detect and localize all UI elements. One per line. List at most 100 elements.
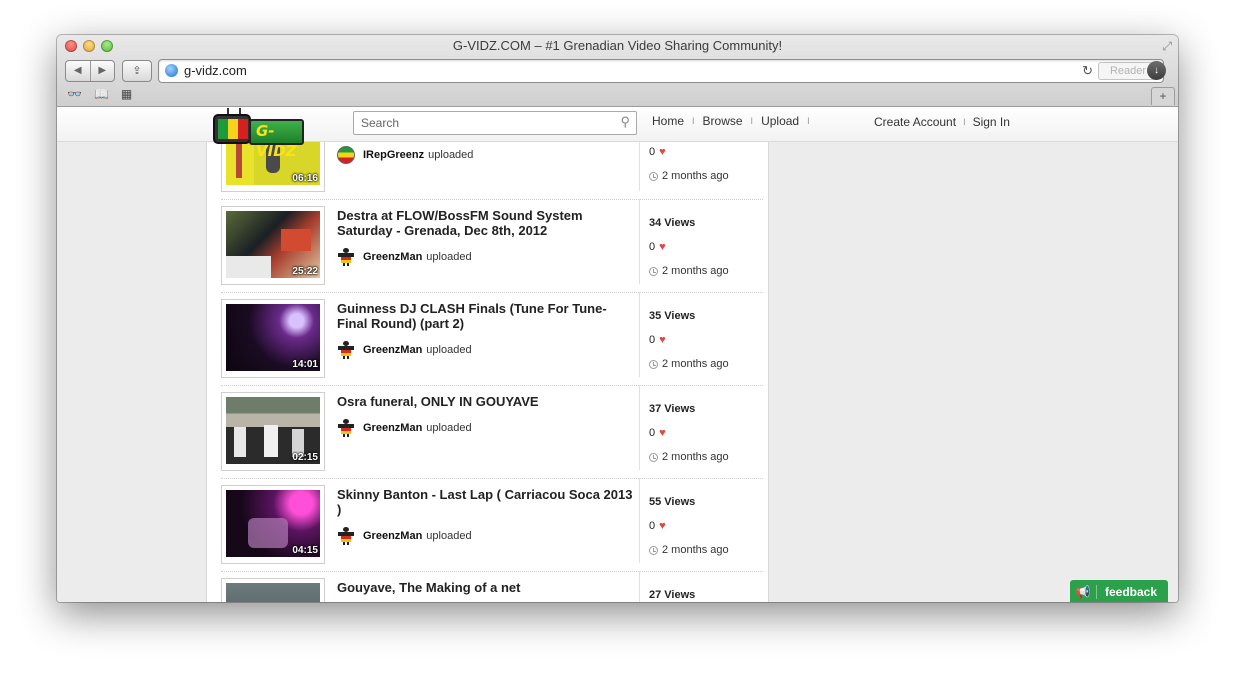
reading-list-icon[interactable]: 👓 [67,87,82,101]
top-sites-icon[interactable]: ▦ [121,87,132,101]
video-uploader: GreenzMan uploaded [337,527,472,545]
video-stats: 27 Views [639,571,764,602]
feedback-button[interactable]: 📢 feedback [1070,580,1168,602]
uploaded-label: uploaded [426,530,472,542]
feedback-label: feedback [1105,585,1158,599]
address-bar[interactable]: g-vidz.com ↻ Reader [158,59,1164,83]
video-stats: 55 Views 0 ♥ 2 months ago [639,478,764,563]
account-separator: I [963,117,966,127]
sign-in-link[interactable]: Sign In [973,115,1010,129]
heart-icon[interactable]: ♥ [659,146,666,158]
new-tab-button[interactable]: + [1151,87,1175,105]
video-uploader: GreenzMan uploaded [337,419,472,437]
avatar[interactable] [337,248,355,266]
uploader-name[interactable]: IRepGreenz [363,149,424,161]
forward-button[interactable]: ▶ [91,61,115,81]
back-button[interactable]: ◀ [66,61,91,81]
uploaded-label: uploaded [426,422,472,434]
browser-toolbar: G-VIDZ.COM – #1 Grenadian Video Sharing … [57,35,1178,107]
search-input[interactable]: Search ⚲ [353,111,637,135]
clock-icon [649,266,658,276]
uploader-name[interactable]: GreenzMan [363,422,422,434]
uploader-name[interactable]: GreenzMan [363,530,422,542]
clock-icon [649,359,658,369]
nav-separator: I [750,116,754,126]
upload-time: 2 months ago [649,170,729,182]
video-stats: 37 Views 0 ♥ 2 months ago [639,385,764,470]
clock-icon [649,452,658,462]
logo-tv-icon [213,114,251,144]
view-count: 34 Views [649,217,696,229]
avatar[interactable] [337,146,355,164]
video-duration: 04:15 [292,545,318,556]
heart-icon[interactable]: ♥ [659,520,666,532]
nav-home-link[interactable]: Home [652,114,684,128]
nav-separator: I [807,116,810,126]
like-count: 0 ♥ [649,427,666,439]
video-thumbnail[interactable]: 04:15 [221,485,325,564]
fullscreen-icon[interactable]: ⤢ [1162,39,1172,54]
avatar[interactable] [337,341,355,359]
view-count: 35 Views [649,310,696,322]
avatar[interactable] [337,419,355,437]
video-duration: 14:01 [292,359,318,370]
upload-time: 2 months ago [649,358,729,370]
uploader-name[interactable]: GreenzMan [363,344,422,356]
video-thumbnail[interactable] [221,578,325,602]
search-icon[interactable]: ⚲ [620,114,630,130]
video-uploader: GreenzMan uploaded [337,341,472,359]
search-placeholder: Search [361,116,400,130]
clock-icon [649,545,658,555]
video-list: 06:16 IRepGreenz uploaded 0 ♥ 2 months ag… [206,107,769,602]
like-count: 0 ♥ [649,146,666,158]
video-list-item: Gouyave, The Making of a net 27 Views [221,571,763,602]
video-title[interactable]: Osra funeral, ONLY IN GOUYAVE [337,394,637,409]
heart-icon[interactable]: ♥ [659,241,666,253]
video-title[interactable]: Destra at FLOW/BossFM Sound System Satur… [337,208,637,238]
video-title[interactable]: Guinness DJ CLASH Finals (Tune For Tune-… [337,301,637,331]
video-stats: 35 Views 0 ♥ 2 months ago [639,292,764,377]
uploader-name[interactable]: GreenzMan [363,251,422,263]
view-count: 37 Views [649,403,696,415]
upload-time: 2 months ago [649,265,729,277]
downloads-icon[interactable]: ↓ [1147,61,1166,80]
back-forward-buttons: ◀ ▶ [65,60,115,82]
view-count: 55 Views [649,496,696,508]
logo-text: G-VIDZ [249,119,304,160]
uploaded-label: uploaded [428,149,474,161]
video-thumbnail[interactable]: 25:22 [221,206,325,285]
megaphone-icon: 📢 [1070,585,1097,599]
avatar[interactable] [337,527,355,545]
view-count: 27 Views [649,589,696,601]
nav-separator: I [692,116,695,126]
video-duration: 02:15 [292,452,318,463]
video-thumbnail[interactable]: 02:15 [221,392,325,471]
like-count: 0 ♥ [649,520,666,532]
bookmarks-icon[interactable]: 📖 [94,87,109,101]
video-duration: 25:22 [292,266,318,277]
video-list-item: 04:15 Skinny Banton - Last Lap ( Carriac… [221,478,763,572]
like-count: 0 ♥ [649,241,666,253]
share-button[interactable]: ⇪ [122,60,152,82]
create-account-link[interactable]: Create Account [874,115,956,129]
nav-browse-link[interactable]: Browse [703,114,743,128]
url-text[interactable]: g-vidz.com [184,63,247,78]
clock-icon [649,171,658,181]
account-nav: Create Account I Sign In [874,115,1010,129]
window-title: G-VIDZ.COM – #1 Grenadian Video Sharing … [452,38,783,53]
video-title[interactable]: Skinny Banton - Last Lap ( Carriacou Soc… [337,487,637,517]
nav-upload-link[interactable]: Upload [761,114,799,128]
site-logo[interactable]: G-VIDZ [213,108,304,160]
heart-icon[interactable]: ♥ [659,427,666,439]
video-title[interactable]: Gouyave, The Making of a net [337,580,637,595]
heart-icon[interactable]: ♥ [659,334,666,346]
uploaded-label: uploaded [426,251,472,263]
upload-time: 2 months ago [649,544,729,556]
video-list-item: 02:15 Osra funeral, ONLY IN GOUYAVE Gree… [221,385,763,479]
video-list-item: 14:01 Guinness DJ CLASH Finals (Tune For… [221,292,763,386]
bookmarks-bar: 👓 📖 ▦ [67,87,132,101]
video-thumbnail[interactable]: 14:01 [221,299,325,378]
reload-icon[interactable]: ↻ [1082,63,1093,79]
browser-window: G-VIDZ.COM – #1 Grenadian Video Sharing … [57,35,1178,602]
video-uploader: IRepGreenz uploaded [337,146,473,164]
